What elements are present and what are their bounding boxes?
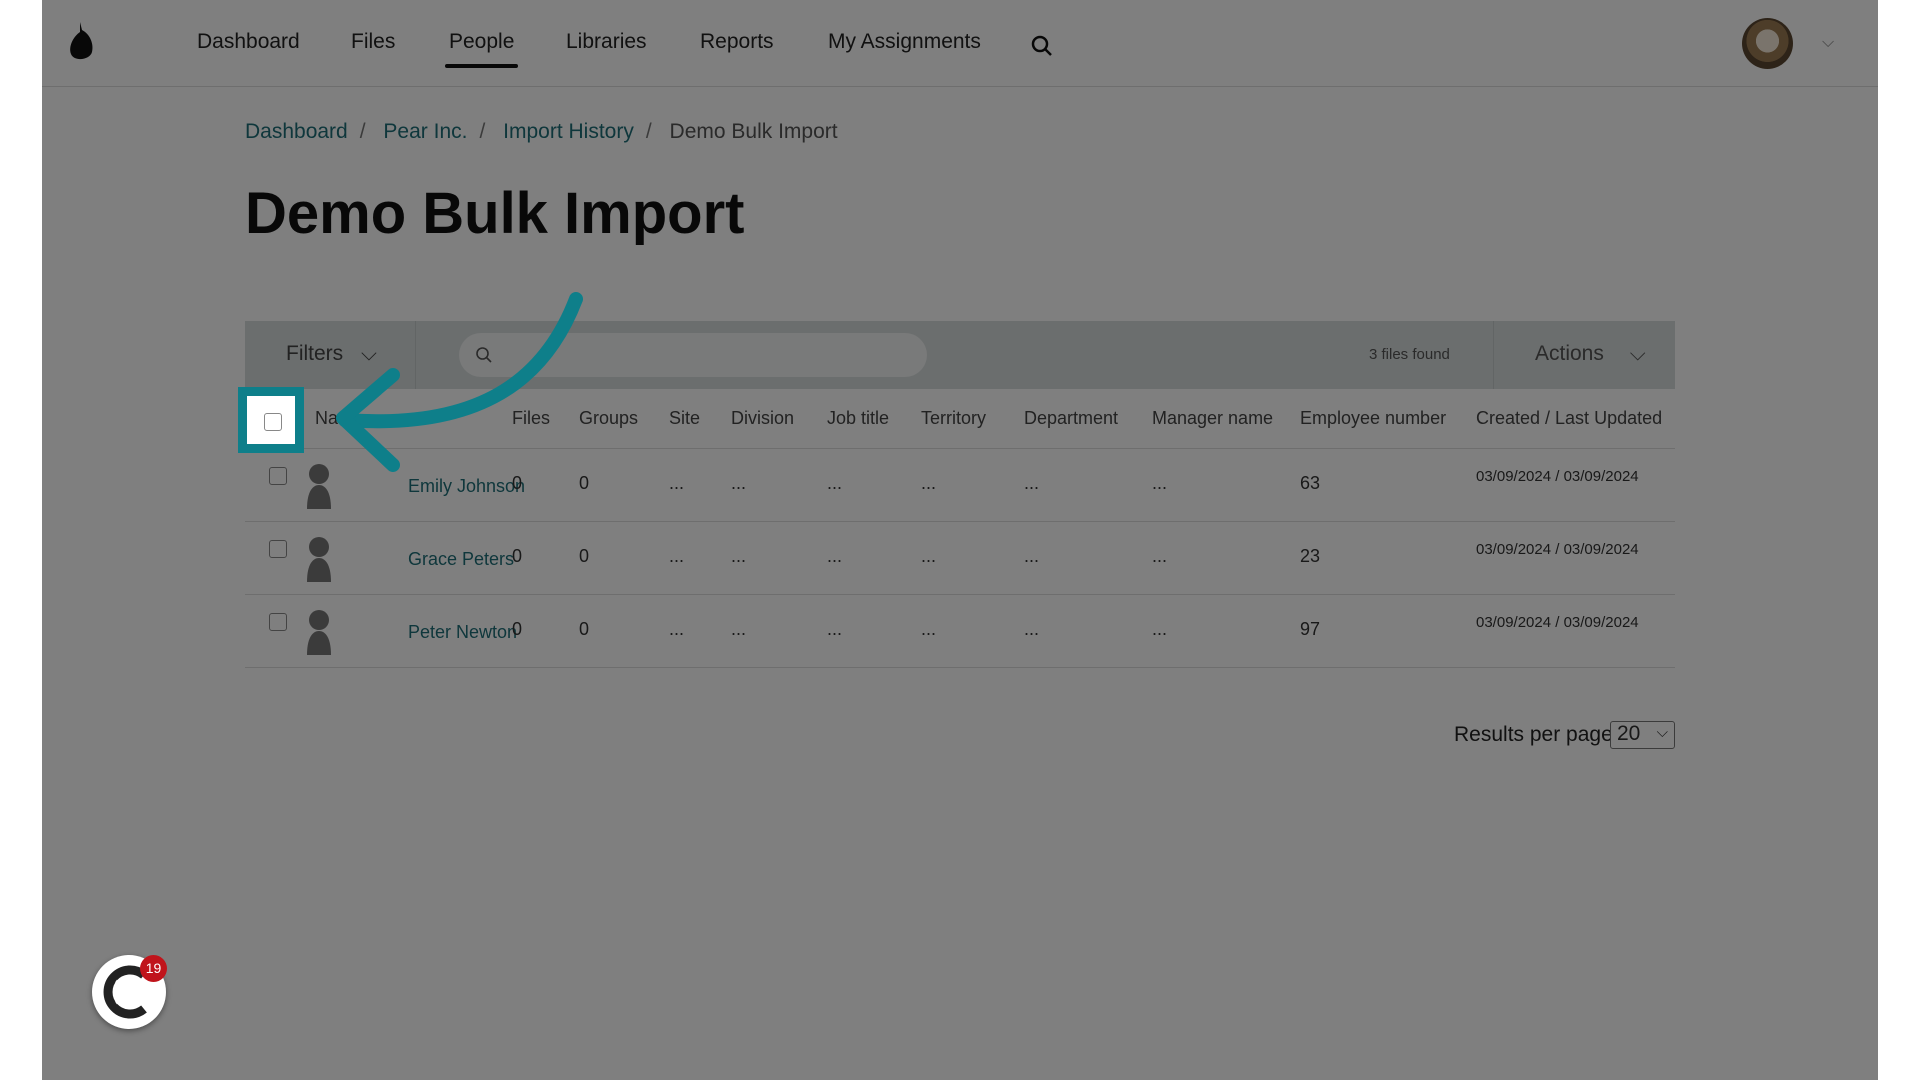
notification-badge: 19 bbox=[140, 955, 167, 982]
pointer-arrow-icon bbox=[336, 292, 583, 472]
